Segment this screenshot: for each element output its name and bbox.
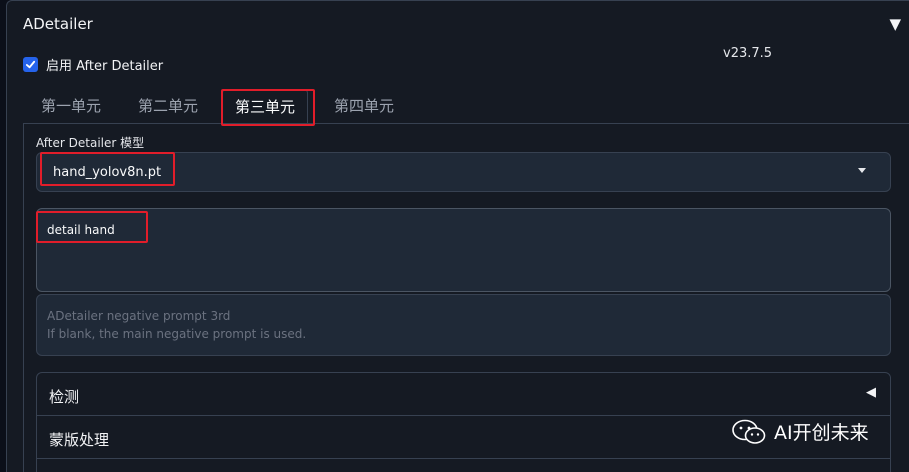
accordion-detection[interactable]: 检测 ◀ [36,372,891,416]
accordion-mask-label: 蒙版处理 [49,431,110,449]
enable-label: 启用 After Detailer [46,59,164,74]
tab-unit-3[interactable]: 第三单元 [222,89,309,123]
checkmark-icon [25,60,36,69]
enable-adetailer-checkbox-row[interactable]: 启用 After Detailer [23,55,163,74]
accordion-next[interactable] [36,458,891,472]
version-label: v23.7.5 [723,46,773,61]
panel-title[interactable]: ADetailer [23,15,93,33]
negative-prompt-placeholder: ADetailer negative prompt 3rd If blank, … [47,307,306,343]
prompt-textarea[interactable]: detail hand [36,208,891,292]
accordion-detection-label: 检测 [49,388,80,406]
placeholder-line-2: If blank, the main negative prompt is us… [47,327,307,341]
tab-unit-1[interactable]: 第一单元 [29,89,113,123]
collapse-arrow-icon[interactable]: ▼ [889,15,901,33]
negative-prompt-textarea[interactable]: ADetailer negative prompt 3rd If blank, … [36,294,891,356]
tab-unit-2[interactable]: 第二单元 [126,89,210,123]
collapse-left-arrow-icon: ◀ [866,385,876,400]
watermark-text: AI开创未来 [774,422,869,444]
wechat-icon [732,419,766,445]
placeholder-line-1: ADetailer negative prompt 3rd [47,309,231,323]
model-dropdown[interactable]: hand_yolov8n.pt [36,152,891,192]
enable-checkbox[interactable] [23,57,38,72]
model-label: After Detailer 模型 [36,136,145,150]
adetailer-panel: ADetailer ▼ 启用 After Detailer v23.7.5 第一… [6,0,909,472]
prompt-value: detail hand [47,223,115,237]
watermark: AI开创未来 [732,418,869,445]
tab-unit-4[interactable]: 第四单元 [322,89,406,123]
unit-tabs: 第一单元 第二单元 第三单元 第四单元 [7,89,909,125]
dropdown-caret-icon [858,168,866,173]
model-dropdown-value: hand_yolov8n.pt [53,165,162,180]
